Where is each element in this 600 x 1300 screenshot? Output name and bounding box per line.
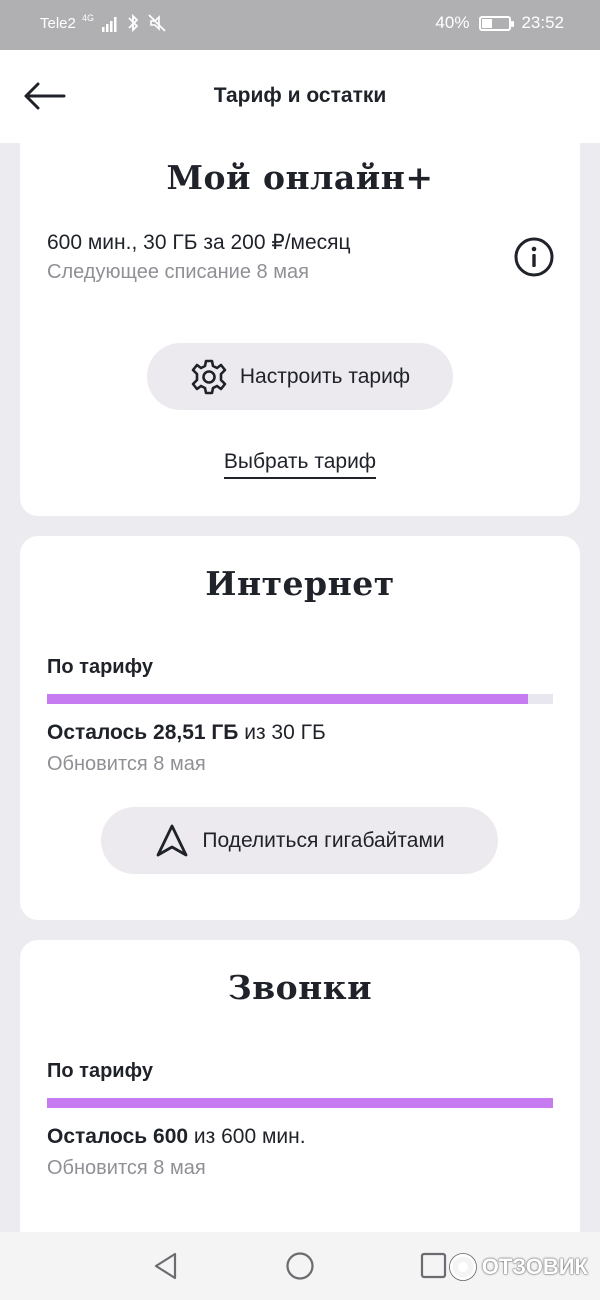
internet-plan-label: По тарифу	[47, 656, 153, 678]
next-charge-date: Следующее списание 8 мая	[47, 261, 309, 283]
nav-recents-button[interactable]	[418, 1250, 450, 1282]
system-nav-bar: ОТЗОВИК	[0, 1232, 600, 1300]
battery-percent: 40%	[435, 13, 470, 32]
calls-progress-fill	[47, 1098, 553, 1108]
calls-remaining: Осталось 600 из 600 мин.	[47, 1125, 306, 1149]
choose-tariff-link[interactable]: Выбрать тариф	[20, 450, 580, 479]
internet-remaining-amount: Осталось 28,51 ГБ	[47, 721, 239, 744]
choose-tariff-label: Выбрать тариф	[223, 450, 377, 479]
internet-refresh-date: Обновится 8 мая	[47, 753, 206, 775]
share-gigabytes-button[interactable]: Поделиться гигабайтами	[101, 807, 498, 874]
watermark-logo-icon	[448, 1253, 477, 1281]
configure-tariff-label: Настроить тариф	[239, 364, 411, 388]
status-bar: Tele2 4G 40% 23:52	[0, 0, 600, 50]
internet-progress-fill	[47, 694, 528, 704]
nav-home-button[interactable]	[284, 1250, 316, 1282]
tariff-price: 600 мин., 30 ГБ за 200 ₽/месяц	[47, 231, 351, 254]
configure-tariff-button[interactable]: Настроить тариф	[147, 343, 453, 410]
internet-progress-bar	[47, 694, 553, 704]
tariff-name: Мой онлайн+	[166, 158, 434, 197]
internet-card: Интернет По тарифу Осталось 28,51 ГБ из …	[20, 536, 580, 920]
calls-total: из 600 мин.	[188, 1125, 306, 1148]
nav-back-button[interactable]	[150, 1250, 182, 1282]
carrier-name: Tele2	[40, 15, 76, 32]
status-right: 40% 23:52	[435, 13, 564, 33]
battery-level	[482, 18, 492, 28]
page-title: Тариф и остатки	[213, 84, 387, 107]
mute-icon	[148, 14, 166, 32]
status-icons: 4G	[82, 13, 167, 33]
internet-total: из 30 ГБ	[238, 721, 326, 744]
clock: 23:52	[521, 13, 564, 32]
watermark: ОТЗОВИК	[448, 1252, 588, 1282]
calls-refresh-date: Обновится 8 мая	[47, 1157, 206, 1179]
signal-icon	[102, 17, 117, 32]
calls-remaining-amount: Осталось 600	[47, 1125, 189, 1148]
triangle-back-icon	[154, 1252, 177, 1280]
square-recents-icon	[420, 1252, 447, 1279]
calls-plan-label: По тарифу	[47, 1060, 153, 1082]
network-type-label: 4G	[82, 13, 95, 23]
navigation-arrow-icon	[156, 824, 188, 856]
watermark-text: ОТЗОВИК	[481, 1254, 588, 1279]
internet-title: Интернет	[205, 564, 395, 603]
share-gigabytes-label: Поделиться гигабайтами	[202, 828, 445, 852]
calls-title: Звонки	[227, 968, 373, 1007]
info-icon	[514, 237, 554, 277]
circle-home-icon	[286, 1252, 314, 1280]
internet-remaining: Осталось 28,51 ГБ из 30 ГБ	[47, 721, 326, 745]
tariff-card: Мой онлайн+ 600 мин., 30 ГБ за 200 ₽/мес…	[20, 118, 580, 516]
calls-card: Звонки По тарифу Осталось 600 из 600 мин…	[20, 940, 580, 1250]
app-header: Тариф и остатки	[0, 50, 600, 143]
calls-progress-bar	[47, 1098, 553, 1108]
gear-icon	[191, 359, 227, 394]
info-button[interactable]	[513, 236, 555, 278]
battery-icon	[479, 15, 515, 31]
bluetooth-icon	[128, 13, 139, 33]
